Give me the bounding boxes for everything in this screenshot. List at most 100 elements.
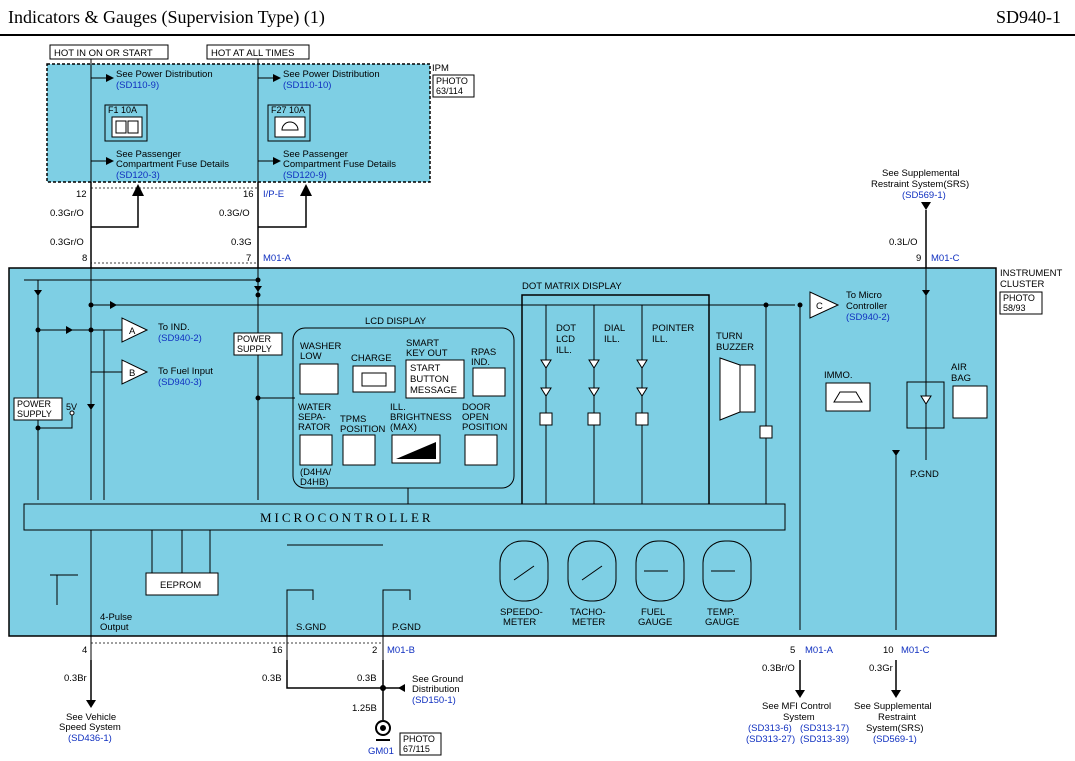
- fuse-f1-label: F1 10A: [108, 105, 137, 115]
- to-micro-ref: (SD940-2): [846, 312, 890, 323]
- ps-left-a: POWER: [17, 399, 52, 409]
- lcd-water5: D4HB): [300, 477, 329, 488]
- to-micro-1: To Micro: [846, 290, 882, 301]
- lcd-title: LCD DISPLAY: [365, 316, 427, 327]
- cluster-label-1: INSTRUMENT: [1000, 268, 1062, 279]
- ps-mid-b: SUPPLY: [237, 344, 272, 354]
- pin-7: 7: [246, 253, 251, 264]
- amp-c-label: C: [816, 301, 823, 312]
- pin-16-bottom: 16: [272, 645, 283, 656]
- vss-label-2: Speed System: [59, 722, 121, 733]
- lcd-smart2: KEY OUT: [406, 348, 448, 359]
- pin-10: 10: [883, 645, 894, 656]
- fuse-f27-label: F27 10A: [271, 105, 305, 115]
- airbag-label-1: AIR: [951, 362, 967, 373]
- pgnd-label: P.GND: [392, 622, 421, 633]
- conn-m01b: M01-B: [387, 645, 415, 656]
- vss-ref: (SD436-1): [68, 733, 112, 744]
- dm-dot1: DOT: [556, 323, 576, 334]
- pin-16: 16: [243, 189, 254, 200]
- lcd-start3: MESSAGE: [410, 385, 457, 396]
- tachometer-icon: [567, 540, 617, 602]
- ground-photo-label: PHOTO: [403, 734, 435, 744]
- ipm-right-see1: See Power Distribution: [283, 69, 380, 80]
- fuel-label-2: GAUGE: [638, 617, 672, 628]
- ipm-left-ref2: (SD120-3): [116, 170, 160, 181]
- ipm-left-see1: See Power Distribution: [116, 69, 213, 80]
- lcd-start1: START: [410, 363, 440, 374]
- srs-bottom-ref: (SD569-1): [873, 734, 917, 745]
- lcd-rpas2: IND.: [471, 357, 490, 368]
- wire-w1: 0.3Gr/O: [50, 208, 84, 219]
- srs-bottom-2: Restraint: [878, 712, 916, 723]
- ground-dist-ref: (SD150-1): [412, 695, 456, 706]
- pin-5: 5: [790, 645, 795, 656]
- rpas-icon: [472, 367, 506, 397]
- ipm-right-ref1: (SD110-10): [283, 80, 331, 91]
- lcd-charge: CHARGE: [351, 353, 392, 364]
- cluster-photo-ref: 58/93: [1003, 303, 1026, 313]
- buzzer-icon: [719, 357, 741, 421]
- to-fuel-label: To Fuel Input: [158, 366, 213, 377]
- ipm-left-see2b: Compartment Fuse Details: [116, 159, 229, 170]
- sgnd-label: S.GND: [296, 622, 326, 633]
- wire-w7: 0.3B: [262, 673, 282, 684]
- immo-label: IMMO.: [824, 370, 853, 381]
- srs-bottom-3: System(SRS): [866, 723, 924, 734]
- tpms-icon: [342, 434, 376, 466]
- pin-12: 12: [76, 189, 87, 200]
- lcd-start2: BUTTON: [410, 374, 449, 385]
- lcd-washer2: LOW: [300, 351, 322, 362]
- to-ind-label: To IND.: [158, 322, 190, 333]
- dm-dial2: ILL.: [604, 334, 620, 345]
- amp-b-label: B: [129, 368, 135, 379]
- mfi-ref-1: (SD313-6): [748, 723, 792, 734]
- water-separator-icon: [299, 434, 333, 466]
- mfi-ref-2: (SD313-17): [800, 723, 849, 734]
- lamp-icon: [274, 116, 306, 138]
- wire-w8: 0.3B: [357, 673, 377, 684]
- ipm-photo-ref: 63/114: [436, 86, 463, 96]
- supply-5v: 5V: [66, 402, 77, 412]
- gm01-label: GM01: [368, 746, 394, 757]
- airbag-label-2: BAG: [951, 373, 971, 384]
- dm-dial1: DIAL: [604, 323, 625, 334]
- to-micro-2: Controller: [846, 301, 887, 312]
- dot-matrix-title: DOT MATRIX DISPLAY: [522, 281, 622, 292]
- pin-4: 4: [82, 645, 87, 656]
- immobilizer-icon: [825, 382, 871, 412]
- microcontroller-label: MICROCONTROLLER: [260, 510, 434, 525]
- battery-icon: [352, 365, 396, 393]
- ipm-right-see2b: Compartment Fuse Details: [283, 159, 396, 170]
- door-open-icon: [464, 434, 498, 466]
- pulse-label-2: Output: [100, 622, 129, 633]
- mfi-ref-4: (SD313-39): [800, 734, 849, 745]
- conn-m01a-bottom: M01-A: [805, 645, 834, 656]
- ipm-right-ref2: (SD120-9): [283, 170, 327, 181]
- ground-photo-ref: 67/115: [403, 744, 430, 754]
- dm-ptr1: POINTER: [652, 323, 694, 334]
- lcd-door3: POSITION: [462, 422, 508, 433]
- ipm-photo-label: PHOTO: [436, 76, 468, 86]
- speedo-label-2: METER: [503, 617, 536, 628]
- srs-top-ref: (SD569-1): [902, 190, 946, 201]
- airbag-icon: [952, 385, 988, 419]
- speedometer-icon: [499, 540, 549, 602]
- turn-label-2: BUZZER: [716, 342, 754, 353]
- dm-ptr2: ILL.: [652, 334, 668, 345]
- wire-w4: 0.3G: [231, 237, 252, 248]
- lcd-water3: RATOR: [298, 422, 331, 433]
- tacho-label-2: METER: [572, 617, 605, 628]
- wire-w11: 0.3Gr: [869, 663, 893, 674]
- cluster-photo-label: PHOTO: [1003, 293, 1035, 303]
- washer-icon: [299, 363, 339, 395]
- lcd-ill3: (MAX): [390, 422, 417, 433]
- srs-top-l1: See Supplemental: [882, 168, 960, 179]
- pin-8: 8: [82, 253, 87, 264]
- conn-m01c-top: M01-C: [931, 253, 960, 264]
- eeprom-label: EEPROM: [160, 580, 201, 591]
- wire-w10: 0.3Br/O: [762, 663, 795, 674]
- pin-9: 9: [916, 253, 921, 264]
- wire-w9: 1.25B: [352, 703, 377, 714]
- mfi-label-2: System: [783, 712, 815, 723]
